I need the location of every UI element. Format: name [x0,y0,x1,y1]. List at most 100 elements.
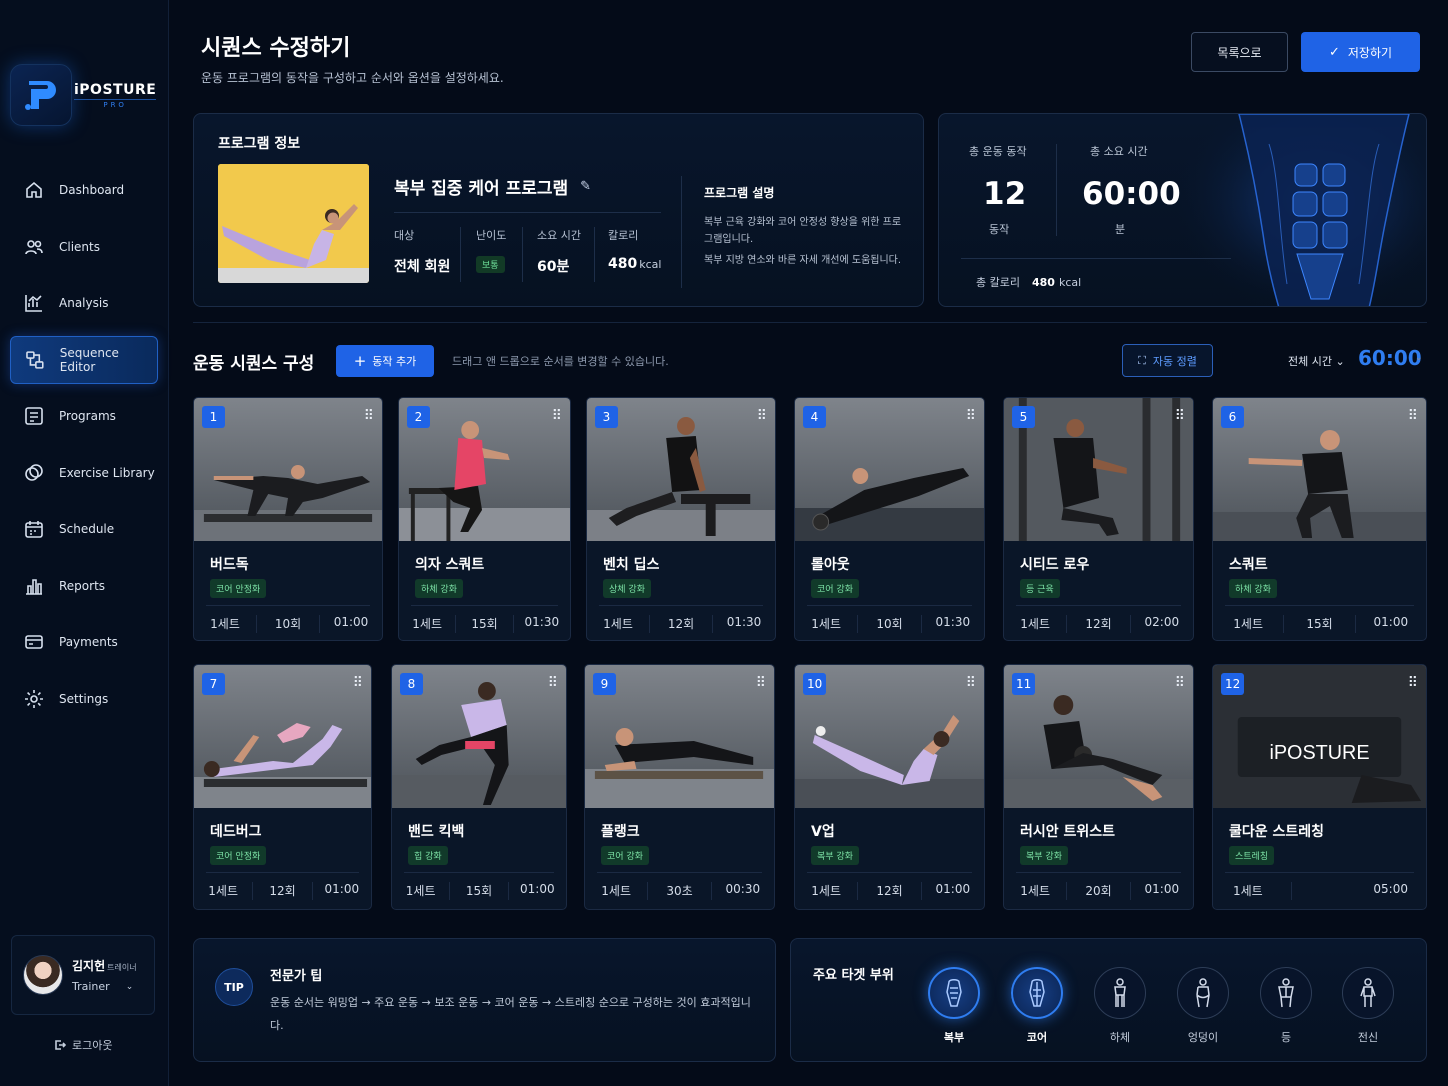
exercise-sets[interactable]: 1세트 [795,882,857,900]
drag-handle-icon[interactable]: ⠿ [1175,408,1185,424]
exercise-stats: 1세트 10회 01:30 [795,615,984,633]
exercise-sets[interactable]: 1세트 [194,615,256,633]
target-area-item[interactable]: 코어 [1011,967,1063,1045]
exercise-sets[interactable]: 1세트 [795,615,857,633]
target-area-item[interactable]: 하체 [1094,967,1146,1045]
sidebar-item-sequence-editor[interactable]: Sequence Editor [10,335,158,384]
exercise-card[interactable]: 3 ⠿ 벤치 딥스 상체 강화 1세트 12회 01:30 [586,397,776,641]
brand-name: iPOSTURE [74,81,157,98]
exercise-card[interactable]: 6 ⠿ 스쿼트 하체 강화 1세트 15회 01:00 [1212,397,1427,641]
exercise-sets[interactable]: 1세트 [194,882,252,900]
drag-handle-icon[interactable]: ⠿ [1175,675,1185,691]
exercise-card[interactable]: 7 ⠿ 데드버그 코어 안정화 1세트 12회 01:00 [193,664,372,910]
target-area-label: 복부 [943,1031,965,1044]
auto-sort-button[interactable]: ⛶ 자동 정렬 [1122,344,1213,377]
divider [1056,144,1057,236]
sidebar-item-programs[interactable]: Programs [10,392,158,440]
sidebar-item-exercise-library[interactable]: Exercise Library [10,449,158,497]
exercise-card[interactable]: 1 ⠿ 버드독 코어 안정화 1세트 10회 01:00 [193,397,383,641]
exercise-name: 플랭크 [601,824,640,840]
exercise-card[interactable]: 5 ⠿ 시티드 로우 등 근육 1세트 12회 02:00 [1003,397,1194,641]
exercise-sets[interactable]: 1세트 [1004,615,1066,633]
exercise-sets[interactable]: 1세트 [585,882,647,900]
sidebar-item-payments[interactable]: Payments [10,618,158,666]
exercise-card[interactable]: 9 ⠿ 플랭크 코어 강화 1세트 30초 00:30 [584,664,775,910]
exercise-reps[interactable]: 30초 [647,882,710,900]
exercise-reps[interactable]: 15회 [449,882,507,900]
drag-handle-icon[interactable]: ⠿ [548,675,558,691]
exercise-time[interactable]: 01:00 [1354,615,1426,633]
exercise-card[interactable]: 11 ⠿ 러시안 트위스트 복부 강화 1세트 20회 01:00 [1003,664,1194,910]
add-exercise-button[interactable]: + 동작 추가 [336,345,434,377]
exercise-card[interactable]: iPOSTURE 12 ⠿ 쿨다운 스트레칭 스트레칭 1세트 05:00 [1212,664,1427,910]
brand-logo[interactable]: iPOSTURE PRO [10,62,160,128]
chevron-down-icon[interactable]: ⌄ [1415,353,1423,363]
exercise-reps[interactable]: 15회 [455,615,512,633]
drag-handle-icon[interactable]: ⠿ [364,408,374,424]
sidebar-item-schedule[interactable]: Schedule [10,505,158,553]
target-area-item[interactable]: 전신 [1342,967,1394,1045]
exercise-reps[interactable]: 12회 [649,615,712,633]
exercise-reps[interactable]: 12회 [857,882,920,900]
exercise-card[interactable]: 10 ⠿ V업 복부 강화 1세트 12회 01:00 [794,664,985,910]
target-area-item[interactable]: 등 [1260,967,1312,1045]
drag-handle-icon[interactable]: ⠿ [966,675,976,691]
program-thumbnail[interactable] [218,164,369,283]
exercise-sets[interactable]: 1세트 [392,882,449,900]
exercise-card[interactable]: 4 ⠿ 롤아웃 코어 강화 1세트 10회 01:30 [794,397,985,641]
exercise-sets[interactable]: 1세트 [1213,615,1283,633]
exercise-time[interactable]: 01:30 [512,615,570,633]
target-area-label: 하체 [1109,1031,1131,1044]
drag-handle-icon[interactable]: ⠿ [757,408,767,424]
exercise-sets[interactable]: 1세트 [1004,882,1066,900]
sequence-number: 11 [1012,673,1036,695]
exercise-reps[interactable]: 10회 [256,615,319,633]
back-to-list-button[interactable]: 목록으로 [1191,32,1288,72]
exercise-reps[interactable]: 12회 [1066,615,1129,633]
drag-handle-icon[interactable]: ⠿ [353,675,363,691]
exercise-time[interactable]: 01:00 [311,882,371,900]
target-area-item[interactable]: 엉덩이 [1177,967,1229,1045]
plus-icon: + [353,352,367,370]
drag-handle-icon[interactable]: ⠿ [966,408,976,424]
exercise-reps[interactable]: 15회 [1283,615,1354,633]
sequence-number: 6 [1221,406,1244,428]
exercise-card[interactable]: 2 ⠿ 의자 스쿼트 하체 강화 1세트 15회 01:30 [398,397,571,641]
drag-handle-icon[interactable]: ⠿ [1408,408,1418,424]
logout-button[interactable]: 로그아웃 [54,1037,112,1053]
exercise-time[interactable]: 01:30 [920,615,984,633]
exercise-time[interactable]: 01:00 [1129,882,1193,900]
chevron-down-icon[interactable]: ⌄ [126,982,134,992]
exercise-time[interactable]: 01:00 [507,882,566,900]
target-area-label: 전신 [1357,1031,1379,1044]
exercise-time[interactable]: 02:00 [1129,615,1193,633]
exercise-reps[interactable]: 12회 [252,882,311,900]
user-card[interactable]: 김지헌 트레이너 Trainer ⌄ [11,935,155,1015]
exercise-time[interactable]: 01:00 [319,615,382,633]
section-divider [193,322,1427,323]
exercise-sets[interactable]: 1세트 [399,615,455,633]
program-name: 복부 집중 케어 프로그램 ✎ [394,179,592,199]
sidebar-item-settings[interactable]: Settings [10,675,158,723]
stat-calorie: 칼로리 480 kcal [608,227,661,272]
exercise-card[interactable]: 8 ⠿ 밴드 킥백 힙 강화 1세트 15회 01:00 [391,664,567,910]
exercise-reps[interactable]: 10회 [857,615,920,633]
exercise-time[interactable]: 05:00 [1291,882,1426,900]
total-time-dropdown[interactable]: 전체 시간 ⌄ [1288,353,1345,369]
sidebar-item-analysis[interactable]: Analysis [10,279,158,327]
target-area-item[interactable]: 복부 [928,967,980,1045]
sidebar-item-clients[interactable]: Clients [10,223,158,271]
sidebar-item-dashboard[interactable]: Dashboard [10,166,158,214]
exercise-time[interactable]: 01:30 [712,615,775,633]
sidebar-item-reports[interactable]: Reports [10,562,158,610]
exercise-sets[interactable]: 1세트 [1213,882,1291,900]
exercise-time[interactable]: 01:00 [920,882,984,900]
edit-icon[interactable]: ✎ [580,179,591,194]
exercise-reps[interactable]: 20회 [1066,882,1129,900]
drag-handle-icon[interactable]: ⠿ [552,408,562,424]
exercise-sets[interactable]: 1세트 [587,615,649,633]
drag-handle-icon[interactable]: ⠿ [1408,675,1418,691]
drag-handle-icon[interactable]: ⠿ [756,675,766,691]
exercise-time[interactable]: 00:30 [710,882,774,900]
save-button[interactable]: ✓ 저장하기 [1301,32,1420,72]
